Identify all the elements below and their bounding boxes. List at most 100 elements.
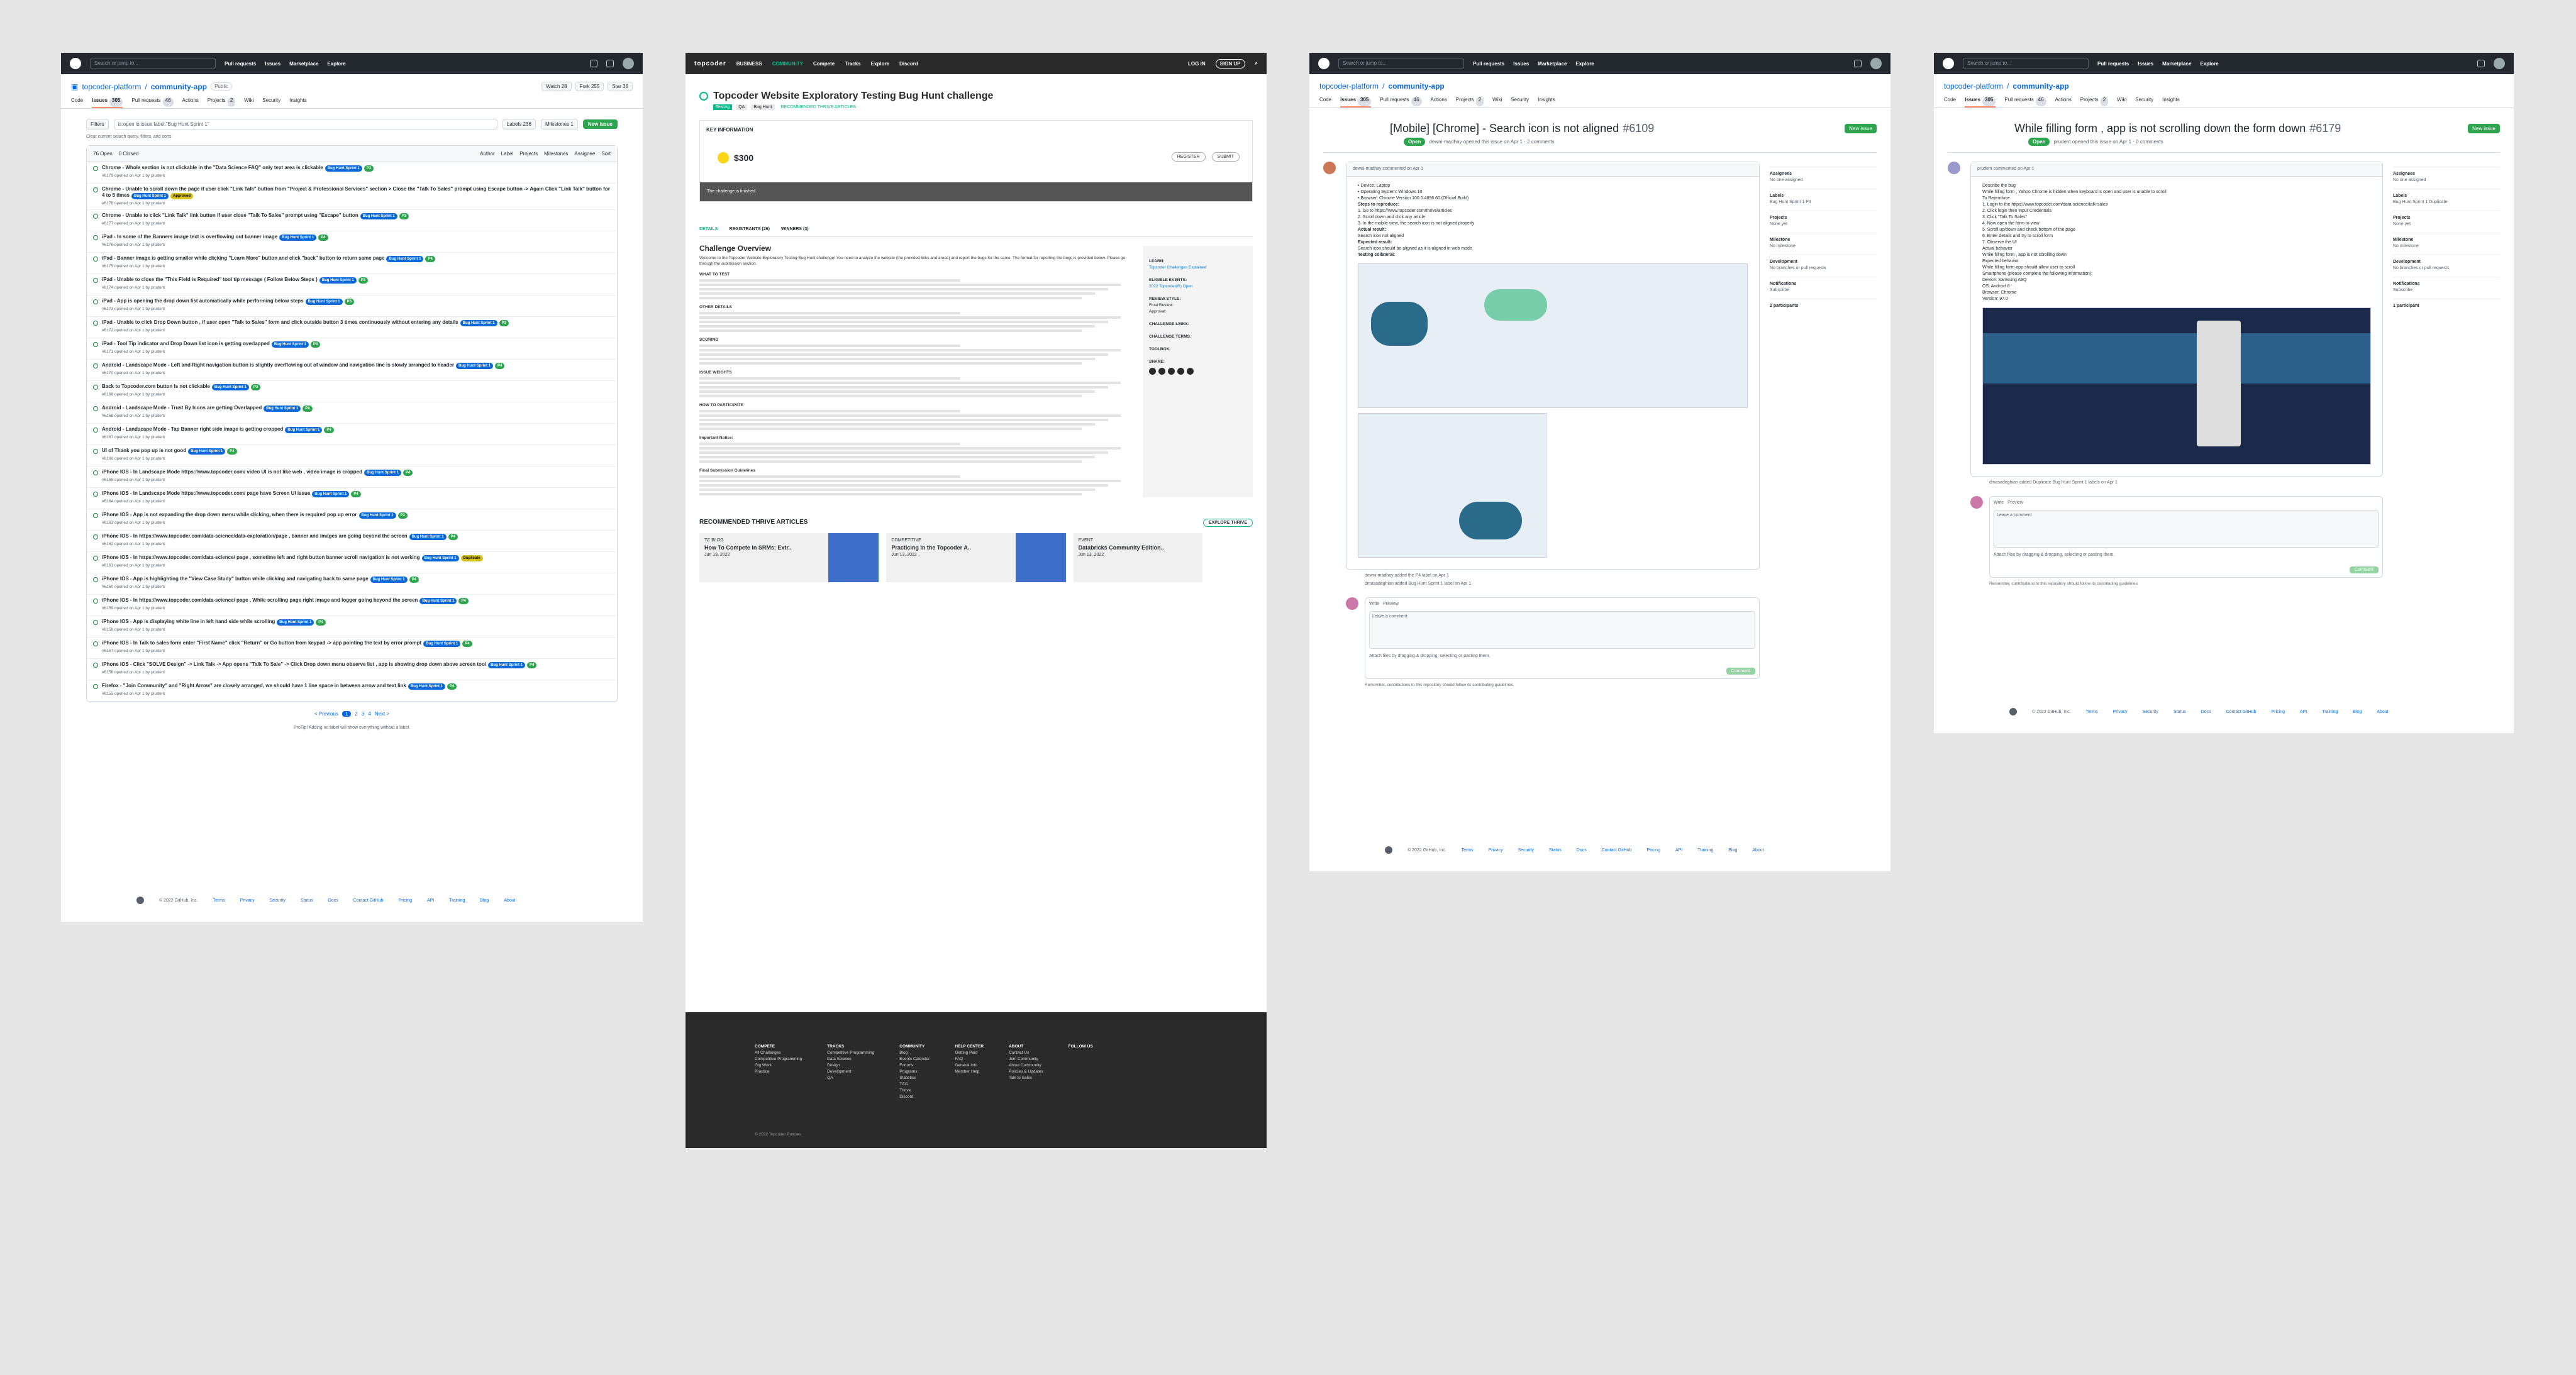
fork-button[interactable]: Fork 255 xyxy=(575,82,604,91)
footer-link[interactable]: Docs xyxy=(328,898,338,903)
tab-issues[interactable]: Issues 305 xyxy=(1965,97,1996,108)
tab-projects[interactable]: Projects 2 xyxy=(2080,97,2109,108)
tab-pull-requests[interactable]: Pull requests 46 xyxy=(2004,97,2046,108)
issue-label[interactable]: Bug Hunt Sprint 1 xyxy=(279,235,317,241)
issue-title[interactable]: Firefox - "Join Community" and "Right Ar… xyxy=(102,683,611,697)
list-item[interactable]: Chrome - Whole section is not clickable … xyxy=(87,162,617,184)
footer-link[interactable]: QA xyxy=(827,1075,874,1081)
list-item[interactable]: UI of Thank you pop up is not good Bug Hu… xyxy=(87,445,617,467)
footer-link[interactable]: Security xyxy=(270,898,286,903)
register-button[interactable]: REGISTER xyxy=(1171,152,1206,162)
footer-link[interactable]: API xyxy=(1675,848,1682,853)
issue-label[interactable]: Bug Hunt Sprint 1 xyxy=(312,491,350,497)
milestones-button[interactable]: Milestones 1 xyxy=(540,119,578,130)
list-item[interactable]: iPhone IOS - In https://www.topcoder.com… xyxy=(87,595,617,616)
footer-link[interactable]: Design xyxy=(827,1063,874,1069)
tab-code[interactable]: Code xyxy=(1319,97,1331,108)
nav-marketplace[interactable]: Marketplace xyxy=(1538,61,1567,67)
page-4[interactable]: 4 xyxy=(368,711,370,717)
preview-tab[interactable]: Preview xyxy=(1383,602,1399,606)
issue-label[interactable]: P4 xyxy=(316,619,326,626)
tab-insights[interactable]: Insights xyxy=(289,97,307,108)
facebook-icon[interactable] xyxy=(1149,368,1156,375)
footer-link[interactable]: Pricing xyxy=(2272,710,2285,714)
explore-thrive-button[interactable]: EXPLORE THRIVE xyxy=(1202,519,1253,527)
footer-link[interactable]: Gig Work xyxy=(755,1063,802,1069)
tab-insights[interactable]: Insights xyxy=(1538,97,1555,108)
issue-title[interactable]: Chrome - Unable to click "Link Talk" lin… xyxy=(102,213,611,227)
list-item[interactable]: iPhone IOS - In https://www.topcoder.com… xyxy=(87,552,617,573)
labels-button[interactable]: Labels 236 xyxy=(502,119,536,130)
article-title[interactable]: How To Compete In SRMs: Extr.. xyxy=(704,544,823,551)
issue-label[interactable]: Bug Hunt Sprint 1 xyxy=(358,512,396,519)
prev-page-button[interactable]: < Previous xyxy=(314,711,338,717)
footer-link[interactable]: Terms xyxy=(2086,710,2098,714)
new-issue-button[interactable]: New issue xyxy=(2468,124,2500,133)
issue-title[interactable]: iPhone IOS - In Landscape Mode https://w… xyxy=(102,490,611,505)
events-link[interactable]: 2022 Topcoder(R) Open xyxy=(1149,284,1193,289)
issue-title[interactable]: iPad - Tool Tip indicator and Drop Down … xyxy=(102,341,611,355)
nav-explore[interactable]: Explore xyxy=(2200,61,2218,67)
sidebar-heading[interactable]: 1 participant xyxy=(2393,299,2500,309)
tab-wiki[interactable]: Wiki xyxy=(2117,97,2126,108)
projects-filter[interactable]: Projects xyxy=(519,151,538,157)
footer-link[interactable]: Terms xyxy=(1462,848,1474,853)
issue-title[interactable]: Chrome - Unable to scroll down the page … xyxy=(102,186,611,207)
list-item[interactable]: iPad - App is opening the drop down list… xyxy=(87,295,617,317)
signup-button[interactable]: SIGN UP xyxy=(1215,58,1245,69)
footer-link[interactable]: API xyxy=(427,898,434,903)
issue-label[interactable]: Bug Hunt Sprint 1 xyxy=(370,577,408,583)
list-item[interactable]: Android - Landscape Mode - Trust By Icon… xyxy=(87,402,617,424)
issue-title[interactable]: iPhone IOS - Click "SOLVE Design" -> Lin… xyxy=(102,661,611,676)
footer-link[interactable]: Contact GitHub xyxy=(353,898,384,903)
footer-link[interactable]: Events Calendar xyxy=(899,1056,930,1063)
write-tab[interactable]: Write xyxy=(1994,500,2004,505)
issue-label[interactable]: P4 xyxy=(303,406,313,412)
footer-link[interactable]: Blog xyxy=(899,1050,930,1056)
nav-issues[interactable]: Issues xyxy=(2138,61,2153,67)
sidebar-heading[interactable]: Assignees xyxy=(2393,167,2500,177)
article-card[interactable]: EVENT Databricks Community Edition.. Jun 1… xyxy=(1073,533,1253,582)
list-item[interactable]: Android - Landscape Mode - Tap Banner ri… xyxy=(87,424,617,445)
nav-marketplace[interactable]: Marketplace xyxy=(289,61,318,67)
sidebar-heading[interactable]: Milestone xyxy=(1770,233,1877,243)
twitter-icon[interactable] xyxy=(1158,368,1165,375)
issue-label[interactable]: Bug Hunt Sprint 1 xyxy=(421,555,459,561)
screenshot-image[interactable] xyxy=(1358,413,1546,558)
list-item[interactable]: iPhone IOS - App is not expanding the dr… xyxy=(87,509,617,531)
comment-textarea[interactable]: Leave a comment xyxy=(1994,510,2379,548)
issue-label[interactable]: P4 xyxy=(425,256,435,262)
list-item[interactable]: Chrome - Unable to scroll down the page … xyxy=(87,184,617,210)
issue-title[interactable]: UI of Thank you pop up is not good Bug Hu… xyxy=(102,448,611,462)
comment-button[interactable]: Comment xyxy=(2349,566,2379,573)
footer-link[interactable]: About xyxy=(504,898,515,903)
footer-link[interactable]: Docs xyxy=(1577,848,1587,853)
nav-issues[interactable]: Issues xyxy=(1513,61,1529,67)
link-icon[interactable] xyxy=(1187,368,1194,375)
article-card[interactable]: TC BLOG How To Compete In SRMs: Extr.. Jun… xyxy=(699,533,879,582)
next-page-button[interactable]: Next > xyxy=(375,711,389,717)
tag[interactable]: Testing xyxy=(713,104,733,110)
list-item[interactable]: iPhone IOS - In Landscape Mode https://w… xyxy=(87,488,617,509)
footer-link[interactable]: Contact Us xyxy=(1009,1050,1043,1056)
issue-label[interactable]: P3 xyxy=(344,299,354,305)
issue-title[interactable]: Chrome - Whole section is not clickable … xyxy=(102,165,611,179)
footer-link[interactable]: Data Science xyxy=(827,1056,874,1063)
sidebar-heading[interactable]: Assignees xyxy=(1770,167,1877,177)
star-button[interactable]: Star 36 xyxy=(608,82,633,91)
nav-explore[interactable]: Explore xyxy=(327,61,345,67)
assignee-filter[interactable]: Assignee xyxy=(574,151,595,157)
article-title[interactable]: Databricks Community Edition.. xyxy=(1079,544,1197,551)
issue-label[interactable]: Bug Hunt Sprint 1 xyxy=(360,213,397,219)
footer-link[interactable]: Training xyxy=(2322,710,2338,714)
preview-tab[interactable]: Preview xyxy=(2007,500,2023,505)
github-logo-icon[interactable] xyxy=(1943,58,1954,69)
issue-title[interactable]: iPhone IOS - App is displaying white lin… xyxy=(102,619,611,633)
issue-label[interactable]: P3 xyxy=(250,384,261,390)
nav-explore[interactable]: Explore xyxy=(871,61,889,67)
issue-label[interactable]: P4 xyxy=(458,598,469,604)
issue-title[interactable]: iPhone IOS - In https://www.topcoder.com… xyxy=(102,555,611,569)
nav-pull-requests[interactable]: Pull requests xyxy=(225,61,256,67)
list-item[interactable]: Firefox - "Join Community" and "Right Ar… xyxy=(87,680,617,702)
issue-title[interactable]: Android - Landscape Mode - Left and Righ… xyxy=(102,362,611,377)
